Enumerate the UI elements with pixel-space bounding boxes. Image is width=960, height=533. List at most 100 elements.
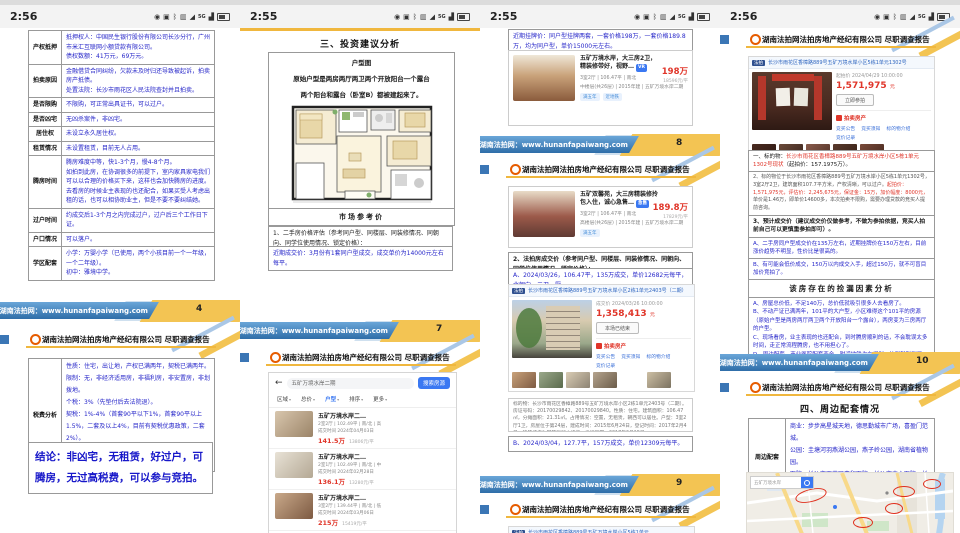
bluetooth-icon: ᛒ — [173, 13, 177, 21]
listing-meta: 中楼层(共26层) | 2015年建 | 五矿万境水岸二期 — [580, 83, 688, 90]
chevron-down-icon: ▾ — [361, 397, 363, 402]
brand-logo-icon — [836, 115, 842, 121]
factor-line: C、现场看房，业主表现的也还配合，到时腾房顺利的话，不会耽误太多时间，走正常流程… — [753, 334, 930, 351]
auction-link[interactable]: 竞价记录 — [596, 362, 615, 369]
report-title: 湖南法拍网法拍房地产经纪有限公司 尽职调查报告 — [762, 382, 930, 393]
auction-listing-partial[interactable]: 法拍 长沙市雨花区香樟路889号五矿万境水岸小区5栋1单元… — [508, 526, 695, 533]
company-logo-icon — [270, 352, 281, 363]
header-underline — [26, 346, 216, 348]
clock: 2:56 — [10, 10, 37, 23]
bluetooth-icon: ᛒ — [413, 13, 417, 21]
page-footer: 湖南法拍网：www.hunanfapaiwang.com 4 — [0, 300, 240, 322]
auction-listing[interactable]: 法拍 长沙市雨花区香樟路889号五矿万境水岸小区5栋1单元1302号 起拍价 2… — [748, 56, 935, 164]
listing-card[interactable]: 五矿双馨苑，大三房精装修拎包入住，诚心急售…急售 3室2厅 | 106.47平 … — [508, 186, 693, 248]
auction-link[interactable]: 竞买公告 — [596, 353, 615, 360]
filter-tab-region[interactable]: 区域▾ — [277, 395, 291, 403]
footer-site-text: 湖南法拍网：www.hunanfapaiwang.com — [480, 140, 628, 150]
list-item[interactable]: 五矿万境水岸二…2室1厅 | 102.49平 | 南/北 | 中成交时间 202… — [269, 449, 456, 490]
filter-tab-price[interactable]: 总价▾ — [301, 395, 315, 403]
auction-link[interactable]: 竞价记录 — [836, 134, 855, 141]
search-input[interactable]: 五矿万境水岸二期 — [287, 378, 414, 389]
search-button[interactable]: 搜索房源 — [418, 377, 450, 389]
eye-icon: ◉ — [154, 13, 160, 21]
bargain-section-header: 该房存在的捡漏因素分析 — [749, 280, 934, 297]
map-search-box[interactable]: 五矿万境水岸 — [750, 476, 814, 489]
listing-tag: 近地铁 — [603, 93, 623, 101]
list-item[interactable]: 五矿万境水岸二…2室2厅 | 102.49平 | 南/北 | 高成交时间 202… — [269, 408, 456, 449]
page-number: 10 — [916, 356, 929, 366]
bluetooth-icon: ᛒ — [653, 13, 657, 21]
page-number: 9 — [676, 478, 682, 488]
phone-screenshot-3: 2:55 ◉ ▣ ᛒ ▥ ◢ 5G ▟ 近期挂牌价：同户型挂牌两套，一套价格19… — [480, 0, 721, 533]
report-title: 湖南法拍网法拍房地产经纪有限公司 尽职调查报告 — [42, 334, 210, 345]
network-type-label: 5G — [918, 14, 926, 20]
page-footer: 湖南法拍网：www.hunanfapaiwang.com 10 — [720, 352, 960, 374]
listing-card[interactable]: 五矿万境水岸，大三房2卫，精装修带好，视野…VR 3室2厅 | 106.47平 … — [508, 50, 693, 126]
header-accent-square — [240, 353, 249, 362]
map-highlight-circle — [893, 486, 915, 497]
auction-status-button[interactable]: 立即参拍 — [836, 94, 874, 106]
analysis-table: 一、标的物：长沙市雨花区香樟路889号五矿万境水岸小区5栋1单元1302号现状（… — [748, 150, 935, 371]
list-item[interactable]: 五矿万境水岸二…3室2厅 | 139.44平 | 南/北 | 低成交时间 202… — [269, 490, 456, 531]
footer-site-banner: 湖南法拍网：www.hunanfapaiwang.com — [480, 476, 639, 493]
battery-icon — [217, 13, 230, 21]
auction-title: 长沙市雨花区香樟路889号五矿万境水岸小区5栋1单元1302号 — [768, 59, 907, 66]
signal-icon: ▟ — [449, 13, 454, 21]
auction-link[interactable]: 竞买须知 — [621, 353, 640, 360]
photo-thumbnail[interactable] — [512, 372, 536, 388]
auction-listing[interactable]: 法拍 长沙市雨花区香樟路889号五矿万境水岸小区2栋1单元2403号（二期） 成… — [508, 284, 695, 392]
auction-link[interactable]: 标的物介绍 — [646, 353, 670, 360]
floorplan-note-1: 原始户型是两房两厅两卫两个开放阳台一个露台 — [269, 73, 454, 83]
filter-tab-sort[interactable]: 排序▾ — [349, 395, 363, 403]
auction-tag: 法拍 — [512, 530, 525, 533]
map[interactable]: 五矿万境水岸 — [746, 472, 954, 533]
comp-b-row: B、2024/03/04，127.7平，157万成交，单价12309元每平。 — [508, 436, 693, 452]
map-search-button[interactable] — [801, 477, 813, 488]
brand-logo-text: 拍卖房产 — [604, 342, 626, 350]
table-row: 是否限购不限购，可正常出具证书，可以过户。 — [29, 98, 214, 113]
table-row: 是否凶宅无凶杀案件，非凶宅。 — [29, 113, 214, 128]
magnifier-icon — [804, 480, 810, 486]
auction-price: 1,571,975 元 — [836, 81, 931, 91]
status-bar: 2:55 ◉ ▣ ᛒ ▥ ◢ 5G ▟ — [240, 5, 480, 28]
listing-price: 189.8万17829元/平 — [653, 201, 688, 220]
phone-screenshot-2: 2:55 ◉ ▣ ᛒ ▥ ◢ 5G ▟ 三、投资建议分析 户型图 原始户型是两房… — [240, 0, 481, 533]
chevron-down-icon: ▾ — [313, 397, 315, 402]
auction-status-button[interactable]: 本场已结束 — [596, 322, 639, 334]
status-bar: 2:56 ◉ ▣ ᛒ ▥ ◢ 5G ▟ — [0, 5, 240, 28]
photo-thumbnail[interactable] — [539, 372, 563, 388]
report-header: 湖南法拍网法拍房地产经纪有限公司 尽职调查报告 — [720, 378, 960, 400]
back-icon[interactable]: ← — [275, 378, 283, 388]
signal-icon: ▟ — [689, 13, 694, 21]
page-footer: 湖南法拍网：www.hunanfapaiwang.com 9 — [480, 474, 720, 496]
floorplan-label: 户型图 — [269, 53, 454, 67]
vr-badge: VR — [636, 64, 647, 72]
footer-site-banner: 湖南法拍网：www.hunanfapaiwang.com — [720, 354, 879, 371]
report-title: 湖南法拍网法拍房地产经纪有限公司 尽职调查报告 — [522, 504, 690, 515]
photo-thumbnail[interactable] — [620, 372, 644, 388]
photo-thumbnail[interactable] — [647, 372, 671, 388]
wifi-icon: ◢ — [430, 13, 435, 21]
company-logo-icon — [510, 504, 521, 515]
table-row: 拍卖原因金融借贷合同纠纷，欠款未及时归还导致被起诉，拍卖房产抵债。 处置法院：长… — [29, 65, 214, 99]
report-header: 湖南法拍网法拍房地产经纪有限公司 尽职调查报告 — [240, 348, 480, 370]
photo-thumbnail[interactable] — [566, 372, 590, 388]
header-underline — [746, 394, 936, 396]
conclusion-text: 结论：非凶宅，无租赁，好过户，可腾房，无过高税费，可以参与竞拍。 — [28, 442, 213, 494]
photo-thumbnail[interactable] — [593, 372, 617, 388]
report-header: 湖南法拍网法拍房地产经纪有限公司 尽职调查报告 — [480, 160, 720, 182]
table-row: 学区配套小学：万婴小学（已使用，两个小孩目前一个一年级，一个二年级）。 初中：雅… — [29, 247, 214, 280]
network-type-label: 5G — [678, 14, 686, 20]
table-row: 租赁情况未设置租赁，目前无人占用。 — [29, 142, 214, 157]
auction-price: 1,358,413 元 — [596, 309, 691, 319]
filter-tab-more[interactable]: 更多▾ — [373, 395, 387, 403]
map-search-query[interactable]: 五矿万境水岸 — [751, 480, 801, 486]
header-accent-square — [720, 35, 729, 44]
filter-tab-layout[interactable]: 户型▾ — [325, 395, 339, 403]
auction-link[interactable]: 竞买公告 — [836, 125, 855, 132]
auction-link[interactable]: 标的物介绍 — [886, 125, 910, 132]
auction-link[interactable]: 竞买须知 — [861, 125, 880, 132]
battery-icon — [457, 13, 470, 21]
report-header: 湖南法拍网法拍房地产经纪有限公司 尽职调查报告 — [480, 500, 720, 522]
table-row: 一、标的物：长沙市雨花区香樟路889号五矿万境水岸小区5栋1单元1302号现状（… — [749, 151, 934, 172]
